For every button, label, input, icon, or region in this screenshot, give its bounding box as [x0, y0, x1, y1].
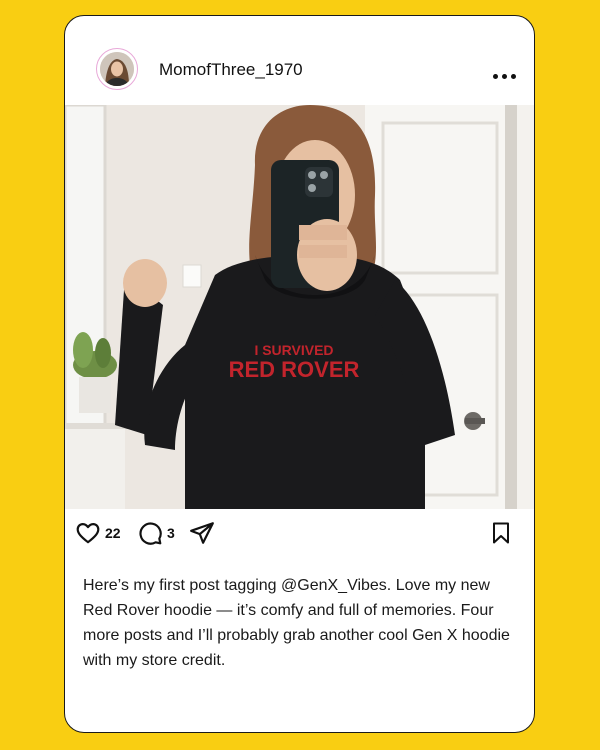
post-caption: Here’s my first post tagging @GenX_Vibes… [83, 577, 510, 669]
bookmark-icon [493, 522, 509, 544]
send-icon [190, 522, 214, 544]
post-actions: 22 3 [65, 520, 534, 550]
more-horizontal-icon[interactable] [493, 74, 516, 79]
hoodie-text-line2: RED ROVER [229, 357, 360, 382]
heart-icon [76, 523, 100, 544]
post-card: MomofThree_1970 I SURVIVED RED ROVER 22 … [64, 15, 535, 733]
hoodie-text-line1: I SURVIVED [254, 342, 333, 358]
post-photo[interactable]: I SURVIVED RED ROVER [65, 105, 534, 509]
comment-icon [139, 522, 162, 545]
share-button[interactable] [189, 520, 215, 546]
comment-button[interactable]: 3 [137, 520, 175, 546]
comment-count: 3 [167, 525, 175, 541]
like-button[interactable]: 22 [75, 520, 121, 546]
avatar[interactable] [96, 48, 138, 90]
save-button[interactable] [489, 520, 513, 546]
username[interactable]: MomofThree_1970 [159, 60, 303, 80]
avatar-image [100, 52, 134, 86]
like-count: 22 [105, 525, 121, 541]
